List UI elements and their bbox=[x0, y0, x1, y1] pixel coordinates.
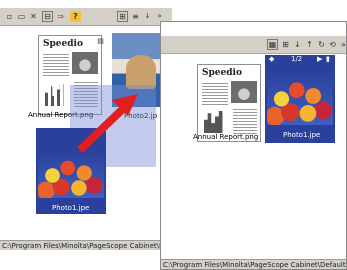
page-last-icon[interactable]: ▮ bbox=[326, 55, 330, 64]
photo1-image bbox=[267, 67, 333, 125]
front-caption-annual-report: Annual Report.png bbox=[193, 133, 259, 141]
doc-bar-chart bbox=[204, 111, 223, 133]
page-prev-icon[interactable]: ◆ bbox=[269, 55, 274, 64]
page-nav-bar: ◆ 1/2 ▶ ▮ bbox=[265, 55, 335, 64]
rotate-icon[interactable]: ⟲ bbox=[327, 39, 338, 50]
refresh-icon[interactable]: ↻ bbox=[316, 39, 327, 50]
list-icon[interactable]: ▦ bbox=[267, 39, 278, 50]
front-thumbnail-photo1[interactable]: ◆ 1/2 ▶ ▮ Photo1.jpe bbox=[265, 55, 335, 143]
page-next-icon[interactable]: ▶ bbox=[317, 55, 322, 64]
more-icon[interactable]: » bbox=[338, 39, 346, 50]
sort-az-icon[interactable]: ↓ bbox=[292, 39, 303, 50]
doc-text-block bbox=[202, 81, 228, 105]
doc-masthead: Speedio bbox=[202, 68, 242, 78]
front-toolbar: ▦ ⊞ ↓ ↑ ↻ ⟲ » bbox=[161, 36, 346, 54]
front-thumbnail-annual-report[interactable]: Speedio bbox=[197, 64, 261, 142]
doc-text-block bbox=[233, 107, 257, 135]
back-status-bar: C:\Program Files\Minolta\PageScope Cabin… bbox=[0, 240, 172, 250]
sort-za-icon[interactable]: ↑ bbox=[304, 39, 315, 50]
drag-arrow-icon bbox=[77, 94, 138, 153]
front-caption-photo1: Photo1.jpe bbox=[283, 131, 321, 139]
back-window: ▫ ▭ ✕ ⊟ ⇒ ? ⊞ ≡ ↓ » Speedio ▤ Annual Rep… bbox=[0, 0, 172, 252]
grid-icon[interactable]: ⊞ bbox=[280, 39, 291, 50]
page-indicator: 1/2 bbox=[291, 55, 303, 63]
front-status-bar: C:\Program Files\Minolta\PageScope Cabin… bbox=[161, 259, 346, 269]
front-window: ▦ ⊞ ↓ ↑ ↻ ⟲ » Speedio Annual Report.png … bbox=[160, 21, 347, 270]
doc-photo bbox=[231, 81, 257, 103]
